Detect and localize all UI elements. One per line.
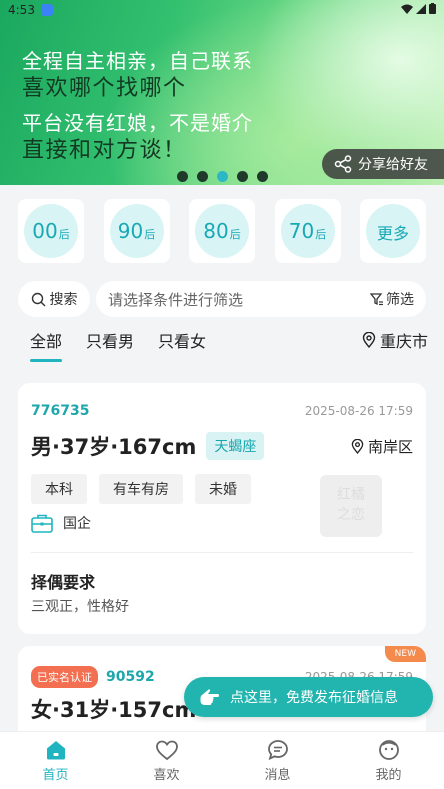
profile-date: 2025-08-26 17:59 (304, 404, 413, 418)
carousel-indicator (177, 171, 268, 182)
district-label: 南岸区 (367, 437, 413, 456)
status-bar: 4:53 (0, 0, 444, 20)
age-filter-number: 90 (117, 219, 144, 243)
new-badge: NEW (384, 646, 426, 662)
profile-summary: 男·37岁·167cm (31, 435, 197, 459)
age-filter-suffix: 后 (144, 228, 156, 241)
search-button-label: 搜索 (49, 292, 78, 308)
profile-icon (378, 739, 399, 760)
tab-male-only[interactable]: 只看男 (86, 328, 134, 352)
profile-district: 南岸区 (351, 436, 413, 457)
nav-home[interactable]: 首页 (0, 732, 111, 789)
tag-marital: 未婚 (195, 474, 251, 504)
city-label: 重庆市 (379, 332, 428, 351)
profile-card[interactable]: 776735 2025-08-26 17:59 男·37岁·167cm 天蝎座 … (18, 383, 426, 634)
filter-button[interactable]: 筛选 (370, 289, 414, 309)
age-filter-number: 00 (32, 219, 58, 243)
watermark-logo: 红橘 之恋 (320, 475, 382, 537)
tag-education: 本科 (31, 474, 87, 504)
carousel-dot-active[interactable] (217, 171, 228, 182)
city-selector[interactable]: 重庆市 (362, 328, 428, 352)
nav-messages[interactable]: 消息 (222, 732, 333, 789)
age-filter-number: 70 (288, 219, 315, 243)
share-icon (334, 155, 352, 173)
nav-home-label: 首页 (42, 767, 69, 783)
age-filter-suffix: 后 (229, 228, 241, 241)
nav-messages-label: 消息 (264, 767, 291, 783)
battery-icon (429, 3, 436, 17)
zodiac-badge: 天蝎座 (206, 432, 265, 460)
filter-input[interactable]: 请选择条件进行筛选 筛选 (96, 281, 426, 317)
age-filter-suffix: 后 (58, 228, 70, 241)
message-icon (267, 739, 288, 760)
age-filter-70[interactable]: 70 后 (274, 199, 341, 263)
verified-badge: 已实名认证 (31, 666, 98, 688)
heart-icon (155, 740, 178, 760)
banner-line-2: 喜欢哪个找哪个 (22, 76, 187, 101)
location-pin-icon (362, 332, 376, 348)
banner-carousel[interactable]: 全程自主相亲，自己联系 喜欢哪个找哪个 平台没有红娘，不是婚介 直接和对方谈！ … (0, 0, 444, 185)
nav-likes-label: 喜欢 (153, 767, 180, 783)
profile-tags: 本科 有车有房 未婚 (31, 474, 251, 504)
requirements-text: 三观正，性格好 (31, 599, 129, 615)
banner-line-1: 全程自主相亲，自己联系 (22, 49, 253, 73)
briefcase-icon (31, 514, 53, 533)
filter-placeholder: 请选择条件进行筛选 (108, 290, 244, 309)
share-label: 分享给好友 (358, 157, 428, 173)
age-filter-row: 00 后 90 后 80 后 70 后 更多 (18, 199, 426, 263)
age-filter-more-label: 更多 (376, 224, 409, 243)
banner-slogan: 全程自主相亲，自己联系 喜欢哪个找哪个 平台没有红娘，不是婚介 直接和对方谈！ (22, 48, 253, 164)
profile-job: 国企 (31, 513, 91, 533)
app-notification-icon (40, 4, 53, 16)
location-pin-icon (351, 438, 364, 454)
nav-profile[interactable]: 我的 (333, 732, 444, 789)
tab-all[interactable]: 全部 (30, 328, 63, 362)
carousel-dot[interactable] (197, 171, 208, 182)
gender-tabs: 全部 只看男 只看女 重庆市 (30, 328, 428, 362)
tab-female-only[interactable]: 只看女 (158, 328, 206, 352)
profile-summary: 女·31岁·157cm (31, 698, 197, 722)
status-time: 4:53 (8, 3, 35, 17)
age-filter-80[interactable]: 80 后 (189, 199, 255, 263)
nav-profile-label: 我的 (375, 767, 402, 783)
carousel-dot[interactable] (237, 171, 248, 182)
search-button[interactable]: 搜索 (18, 281, 90, 317)
carousel-dot[interactable] (257, 171, 268, 182)
filter-button-label: 筛选 (386, 292, 414, 308)
nav-likes[interactable]: 喜欢 (111, 732, 222, 789)
requirements-title: 择偶要求 (31, 573, 96, 592)
post-listing-button[interactable]: 点这里，免费发布征婚信息 (184, 677, 433, 717)
post-listing-label: 点这里，免费发布征婚信息 (230, 690, 398, 706)
home-icon (46, 740, 65, 759)
share-button[interactable]: 分享给好友 (322, 149, 444, 179)
search-row: 搜索 请选择条件进行筛选 筛选 (18, 281, 426, 317)
filter-icon (370, 293, 383, 306)
age-filter-suffix: 后 (315, 228, 327, 241)
profile-id: 90592 (106, 669, 155, 685)
age-filter-90[interactable]: 90 后 (103, 199, 170, 263)
age-filter-00[interactable]: 00 后 (18, 199, 84, 263)
banner-line-3: 平台没有红娘，不是婚介 (22, 111, 253, 135)
profile-id: 776735 (31, 403, 90, 419)
pointing-hand-icon (200, 689, 219, 705)
age-filter-more[interactable]: 更多 (360, 199, 426, 263)
tag-assets: 有车有房 (99, 474, 183, 504)
divider (31, 552, 413, 553)
job-label: 国企 (63, 516, 91, 532)
search-icon (31, 292, 45, 306)
bottom-navigation: 首页 喜欢 消息 我的 (0, 731, 444, 789)
age-filter-number: 80 (203, 219, 229, 243)
signal-icon (416, 3, 426, 17)
banner-line-4: 直接和对方谈！ (22, 138, 187, 163)
carousel-dot[interactable] (177, 171, 188, 182)
wifi-icon (401, 3, 413, 17)
